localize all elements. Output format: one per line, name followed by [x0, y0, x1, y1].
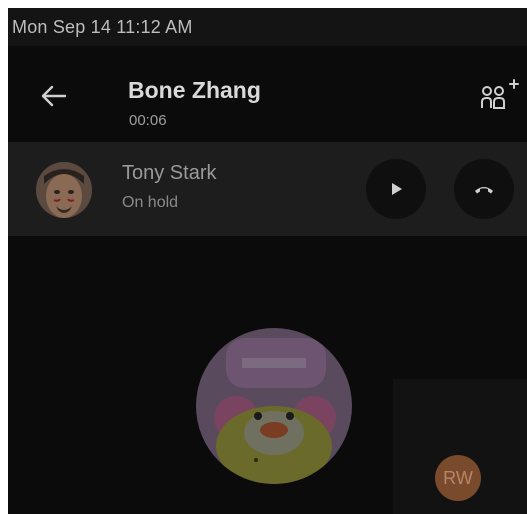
call-screen: Mon Sep 14 11:12 AM Bone Zhang 00:06 Ton… — [8, 8, 527, 514]
add-participant-icon — [481, 79, 519, 109]
back-button[interactable] — [34, 76, 74, 116]
add-participant-button[interactable] — [477, 76, 521, 116]
caller-avatar — [196, 328, 352, 484]
self-avatar: RW — [435, 455, 481, 501]
call-main-area: RW — [8, 236, 527, 514]
status-datetime: Mon Sep 14 11:12 AM — [12, 17, 193, 37]
self-view: RW — [393, 379, 527, 514]
arrow-left-icon — [41, 85, 67, 107]
caller-name: Bone Zhang — [128, 77, 261, 103]
call-timer: 00:06 — [129, 112, 167, 129]
play-icon — [392, 183, 402, 195]
resume-call-button[interactable] — [366, 159, 426, 219]
hangup-button[interactable] — [454, 159, 514, 219]
call-header: Bone Zhang 00:06 — [8, 46, 527, 142]
held-contact-avatar — [36, 162, 92, 218]
held-call-bar[interactable]: Tony Stark On hold — [8, 142, 527, 236]
held-call-status: On hold — [122, 194, 179, 211]
held-contact-name: Tony Stark — [122, 162, 217, 184]
hangup-icon — [475, 187, 493, 194]
status-bar: Mon Sep 14 11:12 AM — [8, 8, 527, 46]
